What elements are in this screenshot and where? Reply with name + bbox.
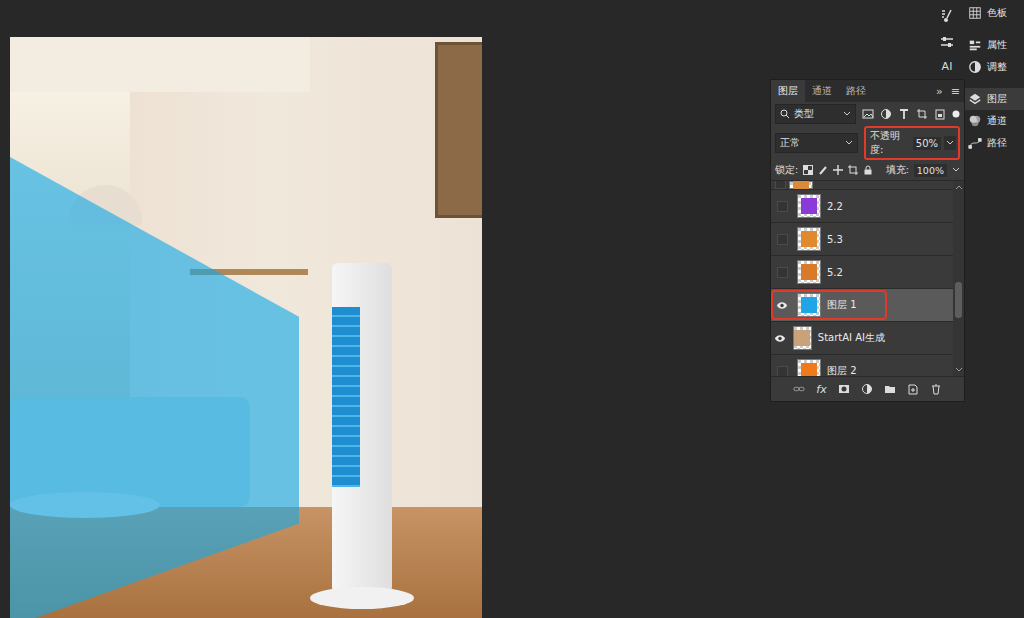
link-icon[interactable]	[793, 383, 805, 395]
opacity-control[interactable]: 不透明度:50%	[864, 126, 960, 160]
ai-button[interactable]: AI	[942, 60, 953, 73]
mask-icon[interactable]	[838, 383, 850, 395]
dock-item[interactable]: 通道	[965, 110, 1024, 132]
lock-artboard-icon[interactable]	[848, 165, 858, 175]
dock-label: 属性	[987, 38, 1007, 52]
document-canvas[interactable]	[10, 37, 482, 618]
layer-name[interactable]: 图层 2	[827, 364, 857, 376]
chevron-down-icon	[843, 110, 851, 118]
dock-label: 路径	[987, 136, 1007, 150]
chevron-down-icon	[946, 139, 954, 147]
panel-menu-button[interactable]: ≡	[947, 80, 964, 102]
opacity-input[interactable]: 50%	[913, 137, 941, 150]
layers-icon	[968, 92, 982, 106]
paths-icon	[968, 136, 982, 150]
dock-label: 色板	[987, 6, 1007, 20]
scrollbar[interactable]	[953, 181, 964, 376]
props-icon	[968, 38, 982, 52]
lock-pixels-icon[interactable]	[818, 165, 828, 175]
layers-panel: 图层通道路径 »≡ 类型正常不透明度:50% 锁定: 填充: 100% 2.2 5.3 5.2 图…	[770, 79, 965, 402]
dock-item[interactable]: 属性	[965, 34, 1024, 56]
empty-visibility-box	[777, 201, 788, 212]
eye-icon	[776, 301, 788, 310]
photoshop-workspace: AI色板属性调整图层通道路径图层通道路径»≡类型正常不透明度:50%锁定:填充:…	[0, 0, 1024, 618]
panel-tab[interactable]: 路径	[839, 80, 873, 102]
layer-name[interactable]: 图层 1	[827, 298, 857, 312]
layer-thumbnail	[797, 194, 821, 218]
layer-row[interactable]: 2.2	[771, 190, 953, 223]
adjust-icon	[968, 60, 982, 74]
empty-visibility-box	[777, 267, 788, 278]
shape-filter-icon[interactable]	[916, 108, 928, 120]
layer-thumbnail	[797, 359, 821, 376]
panel-tab-bar: 图层通道路径 »≡	[771, 80, 964, 102]
dock-item[interactable]: 调整	[965, 56, 1024, 78]
filter-kind-dropdown[interactable]: 类型	[775, 104, 856, 124]
layer-list: 2.2 5.3 5.2 图层 1 StartAI AI生成图层 2	[771, 180, 964, 376]
visibility-toggle[interactable]	[773, 334, 787, 343]
layer-name[interactable]: 5.2	[827, 267, 843, 278]
visibility-toggle[interactable]	[773, 366, 791, 377]
layer-actions-bar: fx	[771, 376, 964, 401]
layer-thumbnail	[793, 326, 812, 350]
new-layer-icon[interactable]	[907, 383, 919, 395]
adjustment-layer-icon[interactable]	[861, 383, 873, 395]
folder-icon[interactable]	[884, 383, 896, 395]
visibility-toggle[interactable]	[773, 201, 791, 212]
layer-name[interactable]: StartAI AI生成	[818, 331, 885, 345]
adjustment-filter-icon[interactable]	[880, 108, 892, 120]
layer-row[interactable]	[771, 181, 953, 190]
pixel-filter-icon[interactable]	[862, 108, 874, 120]
lock-transparency-icon[interactable]	[803, 165, 813, 175]
layer-thumbnail	[797, 293, 821, 317]
scroll-down-icon[interactable]	[955, 367, 963, 373]
lock-label: 锁定:	[775, 164, 798, 177]
dock-label: 通道	[987, 114, 1007, 128]
fill-input[interactable]: 100%	[914, 164, 947, 177]
filter-toggle-icon[interactable]	[952, 110, 960, 118]
layer-row[interactable]: 图层 2	[771, 355, 953, 376]
visibility-toggle[interactable]	[773, 267, 791, 278]
trash-icon[interactable]	[930, 383, 942, 395]
layer-row[interactable]: 5.2	[771, 256, 953, 289]
layer-row[interactable]: 5.3	[771, 223, 953, 256]
visibility-toggle[interactable]	[773, 234, 791, 245]
smart-object-filter-icon[interactable]	[934, 108, 946, 120]
sliders-icon[interactable]	[939, 34, 955, 50]
chevron-down-icon	[845, 139, 853, 147]
panel-tab[interactable]: 图层	[771, 80, 805, 102]
fx-button[interactable]: fx	[816, 383, 826, 396]
dock-item[interactable]: 图层	[965, 88, 1024, 110]
empty-visibility-box	[777, 366, 788, 377]
search-icon	[780, 109, 790, 119]
layer-name[interactable]: 5.3	[827, 234, 843, 245]
eye-icon	[774, 334, 786, 343]
scroll-up-icon[interactable]	[955, 184, 963, 190]
type-filter-icon[interactable]	[898, 108, 910, 120]
layer-thumbnail	[797, 260, 821, 284]
panel-dock: 色板属性调整图层通道路径	[965, 0, 1024, 618]
fill-label: 填充:	[886, 164, 909, 177]
dock-label: 调整	[987, 60, 1007, 74]
brush-settings-icon[interactable]	[939, 8, 955, 24]
lock-all-icon[interactable]	[863, 165, 873, 175]
layer-row[interactable]: 图层 1	[771, 289, 953, 322]
layer-name[interactable]: 2.2	[827, 201, 843, 212]
chevron-down-icon[interactable]	[952, 166, 960, 174]
panel-tab[interactable]: 通道	[805, 80, 839, 102]
collapse-button[interactable]: »	[932, 80, 947, 102]
visibility-toggle[interactable]	[773, 301, 791, 310]
dock-label: 图层	[987, 92, 1007, 106]
empty-visibility-box	[777, 234, 788, 245]
dock-item[interactable]: 色板	[965, 2, 1024, 24]
grid-icon	[968, 6, 982, 20]
tool-strip: AI	[932, 8, 962, 73]
layer-row[interactable]: StartAI AI生成	[771, 322, 953, 355]
channels-icon	[968, 114, 982, 128]
layer-thumbnail	[797, 227, 821, 251]
lock-position-icon[interactable]	[833, 165, 843, 175]
dock-item[interactable]: 路径	[965, 132, 1024, 154]
blend-mode-dropdown[interactable]: 正常	[775, 133, 858, 153]
